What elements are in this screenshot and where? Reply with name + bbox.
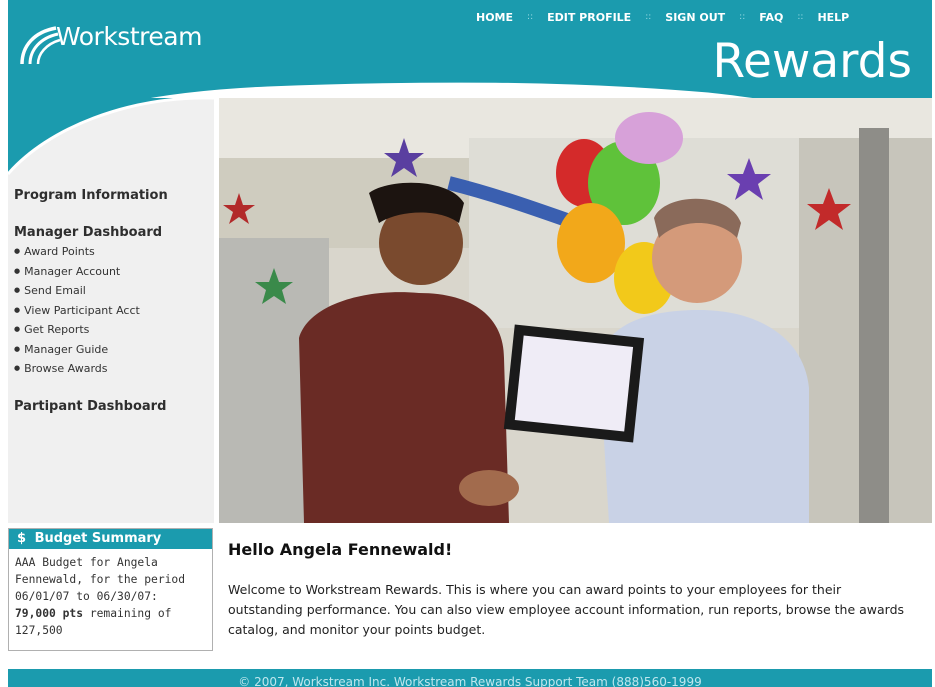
sidebar-item-manager-account[interactable]: ● Manager Account (14, 262, 214, 282)
app-title: Rewards (712, 34, 912, 89)
logo-wordmark: Workstream (56, 22, 202, 51)
award-ceremony-photo (219, 98, 932, 523)
nav-separator: :: (739, 12, 746, 22)
nav-separator: :: (645, 12, 652, 22)
sidebar-item-get-reports[interactable]: ● Get Reports (14, 320, 214, 340)
top-navigation: HOME :: EDIT PROFILE :: SIGN OUT :: FAQ … (476, 0, 932, 35)
sidebar-participant-dashboard-link[interactable]: Partipant Dashboard (14, 399, 214, 414)
sidebar-item-send-email[interactable]: ● Send Email (14, 281, 214, 301)
nav-edit-profile-link[interactable]: EDIT PROFILE (547, 11, 631, 24)
budget-summary-panel: $ Budget Summary AAA Budget for Angela F… (8, 528, 213, 651)
nav-help-link[interactable]: HELP (817, 11, 849, 24)
budget-summary-title: Budget Summary (34, 531, 162, 546)
manager-dashboard-menu: ● Award Points ● Manager Account ● Send Ema… (14, 242, 214, 379)
sidebar-program-information-link[interactable]: Program Information (14, 188, 214, 203)
budget-points-remaining: 79,000 pts (15, 607, 84, 620)
nav-faq-link[interactable]: FAQ (759, 11, 783, 24)
nav-sign-out-link[interactable]: SIGN OUT (665, 11, 725, 24)
budget-period-text: AAA Budget for Angela Fennewald, for the… (15, 556, 186, 603)
sidebar-item-manager-guide[interactable]: ● Manager Guide (14, 340, 214, 360)
welcome-message: Welcome to Workstream Rewards. This is w… (228, 582, 905, 637)
budget-summary-text: AAA Budget for Angela Fennewald, for the… (9, 549, 212, 639)
sidebar: Program Information Manager Dashboard ● A… (8, 98, 214, 523)
hero-photo (219, 98, 932, 523)
page-footer: © 2007, Workstream Inc. Workstream Rewar… (8, 669, 932, 687)
nav-separator: :: (527, 12, 534, 22)
greeting-heading: Hello Angela Fennewald! (228, 540, 453, 559)
nav-separator: :: (797, 12, 804, 22)
sidebar-item-browse-awards[interactable]: ● Browse Awards (14, 359, 214, 379)
budget-summary-header: $ Budget Summary (9, 529, 212, 549)
sidebar-wave (8, 98, 214, 175)
sidebar-manager-dashboard-heading[interactable]: Manager Dashboard (14, 225, 214, 240)
dollar-icon: $ (17, 531, 27, 546)
sidebar-item-award-points[interactable]: ● Award Points (14, 242, 214, 262)
nav-home-link[interactable]: HOME (476, 11, 513, 24)
sidebar-item-view-participant-acct[interactable]: ● View Participant Acct (14, 301, 214, 321)
